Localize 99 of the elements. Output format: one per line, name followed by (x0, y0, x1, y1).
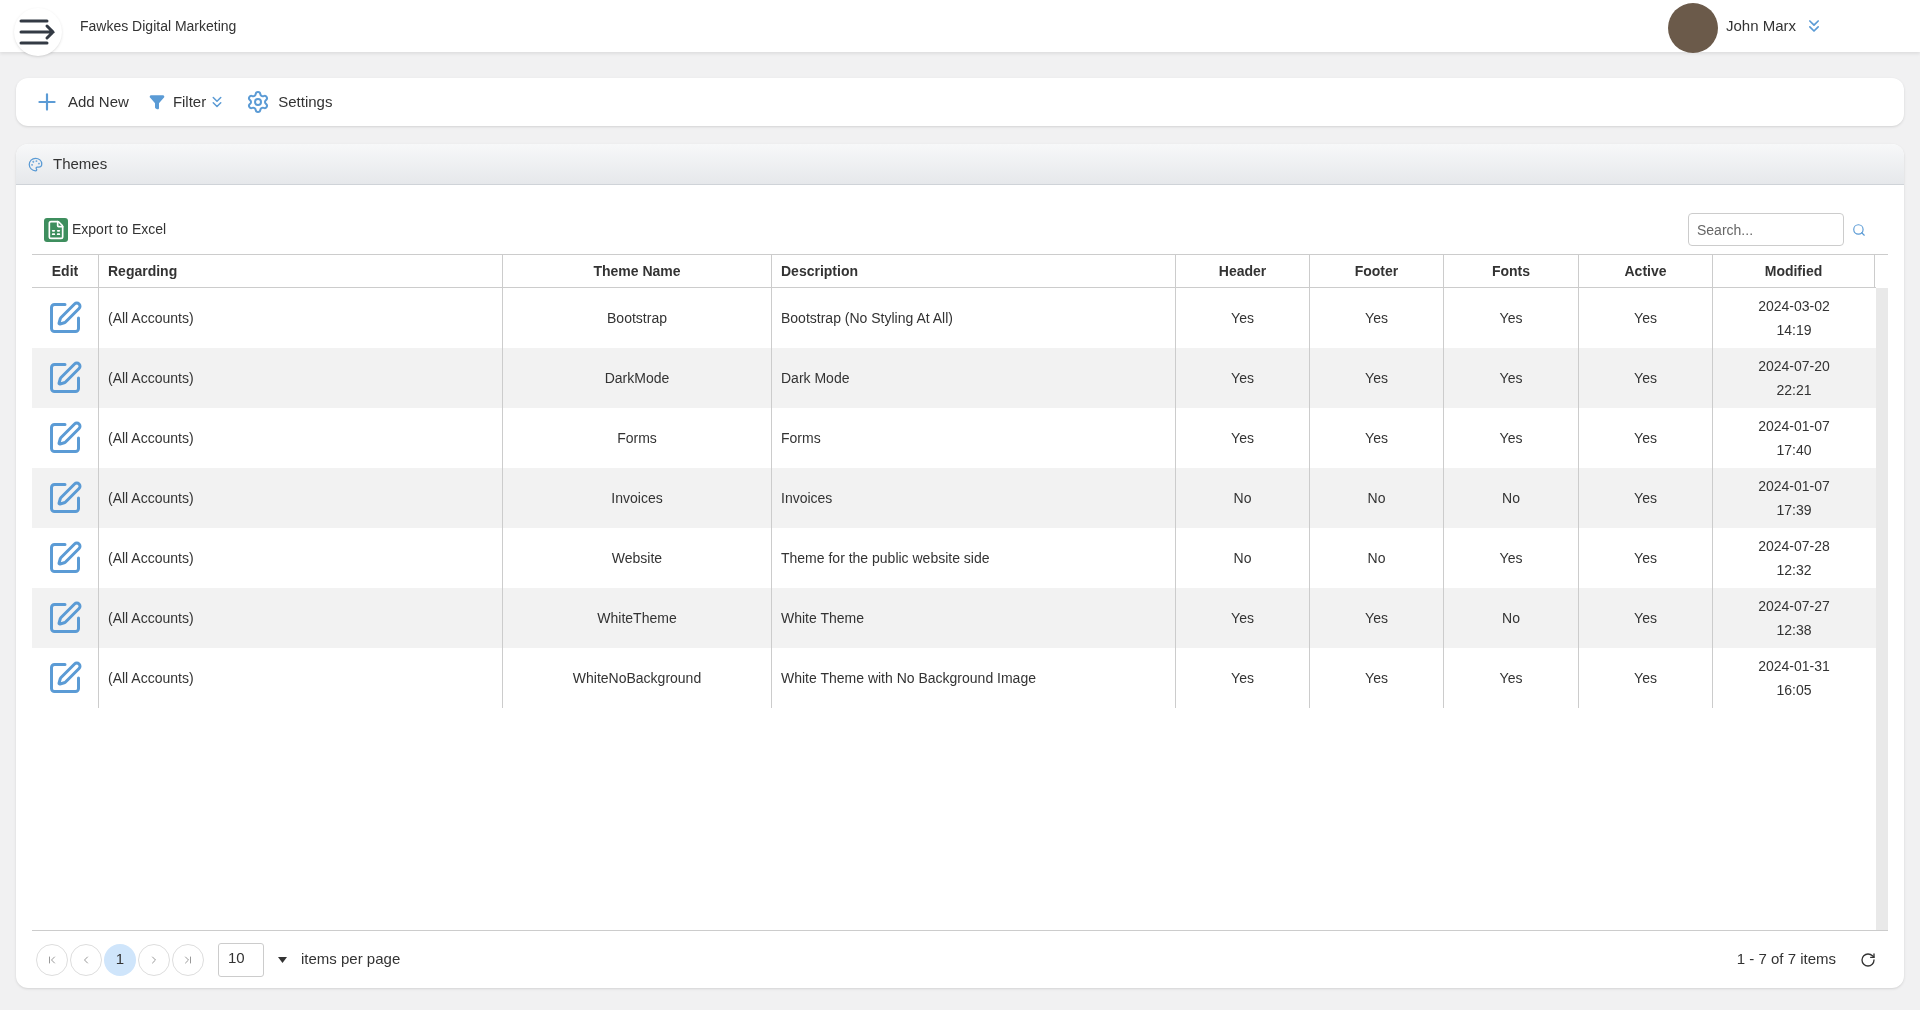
search-field[interactable]: Search... (1688, 213, 1844, 246)
table-cell-text: Yes (1365, 308, 1388, 328)
table-cell-text: White Theme with No Background Image (781, 668, 1036, 688)
first-page-icon (46, 953, 58, 966)
table-cell-text: No (1502, 488, 1520, 508)
table-row[interactable]: (All Accounts) DarkMode Dark Mode Yes Yes Yes Yes 2024-07-20 22:21 (32, 348, 1876, 408)
last-page-icon (182, 953, 194, 966)
table-cell-text: Yes (1634, 488, 1657, 508)
table-cell-text: Yes (1365, 428, 1388, 448)
table-cell-text: (All Accounts) (108, 428, 194, 448)
avatar-placeholder (1667, 3, 1718, 53)
table-cell-text: Yes (1499, 668, 1523, 688)
edit-icon[interactable] (47, 480, 83, 516)
table-cell-text: DarkMode (604, 368, 670, 388)
table-cell-text: Yes (1231, 428, 1254, 448)
page-size-dropdown[interactable]: 10 (218, 942, 264, 977)
table-cell-text: Yes (1231, 608, 1254, 628)
table-cell-text: Dark Mode (781, 368, 850, 388)
table-cell-text: 2024-07-20 22:21 (1758, 357, 1830, 400)
table-cell-text: Website (611, 548, 663, 568)
table-row[interactable]: (All Accounts) WhiteTheme White Theme Yes Yes No Yes 2024-07-27 12:38 (32, 588, 1876, 648)
table-cell-text: Yes (1634, 308, 1657, 328)
table-cell-text: Yes (1499, 428, 1523, 448)
toolbar-button[interactable]: Settings (246, 90, 333, 114)
table-cell-text: Yes (1231, 308, 1254, 328)
table-cell-text: Bootstrap (607, 308, 667, 328)
column-header[interactable]: Modified (1713, 255, 1875, 287)
toolbar-button[interactable]: Add New (34, 89, 129, 115)
table-cell-text: No (1233, 488, 1252, 508)
table-cell-text: Invoices (781, 488, 833, 508)
table-cell-text: (All Accounts) (108, 488, 194, 508)
table-row[interactable]: (All Accounts) Invoices Invoices No No No Yes 2024-01-07 17:39 (32, 468, 1876, 528)
table-cell-text: Yes (1231, 668, 1254, 688)
table-cell-text: Yes (1365, 608, 1388, 628)
edit-icon[interactable] (47, 600, 83, 636)
table-cell-text: WhiteNoBackground (572, 668, 702, 688)
table-cell-text: 2024-01-07 17:39 (1758, 477, 1830, 520)
table-cell-text: 2024-03-02 14:19 (1758, 297, 1830, 340)
table-cell-text: Yes (1365, 368, 1388, 388)
column-header[interactable]: Edit (32, 255, 99, 287)
table-cell-text: Yes (1634, 368, 1657, 388)
table-cell-text: (All Accounts) (108, 548, 194, 568)
column-header[interactable]: Fonts (1444, 255, 1579, 287)
user-name[interactable]: John Marx (1725, 14, 1796, 38)
edit-icon[interactable] (47, 300, 83, 336)
table-cell-text: Bootstrap (No Styling At All) (781, 308, 953, 328)
column-header[interactable]: Theme Name (503, 255, 772, 287)
table-cell-text: Yes (1499, 548, 1523, 568)
table-cell-text: Forms (617, 428, 657, 448)
column-header[interactable]: Header (1176, 255, 1310, 287)
refresh-icon[interactable] (1860, 951, 1876, 968)
table-cell-text: (All Accounts) (108, 308, 194, 328)
table-cell-text: Yes (1634, 668, 1657, 688)
panel-title: Themes (53, 153, 108, 174)
table-cell-text: Invoices (611, 488, 663, 508)
table-cell-text: Yes (1365, 668, 1388, 688)
table-cell-text: Theme for the public website side (781, 548, 990, 568)
edit-icon[interactable] (47, 360, 83, 396)
table-cell-text: 2024-07-27 12:38 (1758, 597, 1830, 640)
edit-icon[interactable] (47, 660, 83, 696)
table-cell-text: (All Accounts) (108, 368, 194, 388)
table-cell-text: Forms (781, 428, 821, 448)
settings-icon (246, 90, 271, 114)
table-cell-text: Yes (1499, 368, 1523, 388)
items-per-page-label: items per page (301, 949, 401, 970)
table-cell-text: 2024-01-07 17:40 (1758, 417, 1830, 460)
column-header[interactable]: Regarding (99, 255, 503, 287)
table-cell-text: No (1233, 548, 1252, 568)
page-button[interactable]: 1 (104, 943, 136, 976)
table-cell-text: 2024-07-28 12:32 (1758, 537, 1830, 580)
table-cell-text: No (1502, 608, 1520, 628)
menu-button[interactable] (14, 8, 62, 56)
table-cell-text: White Theme (781, 608, 864, 628)
table-cell-text: (All Accounts) (108, 608, 194, 628)
menu-arrow-icon (19, 18, 57, 46)
table-cell-text: No (1367, 548, 1386, 568)
table-cell-text: Yes (1231, 368, 1254, 388)
table-cell-text: WhiteTheme (597, 608, 677, 628)
table-cell-text: 2024-01-31 16:05 (1758, 657, 1830, 700)
palette-icon (28, 156, 43, 172)
table-cell-text: Yes (1634, 548, 1657, 568)
export-excel-button[interactable]: Export to Excel (44, 217, 167, 242)
table-cell-text: Yes (1634, 608, 1657, 628)
edit-icon[interactable] (47, 420, 83, 456)
table-cell-text: (All Accounts) (108, 668, 194, 688)
dropdown-caret-icon[interactable] (278, 956, 287, 963)
toolbar-button[interactable]: Filter (148, 90, 227, 114)
table-cell-text: Yes (1499, 308, 1523, 328)
edit-icon[interactable] (47, 540, 83, 576)
pager-summary: 1 - 7 of 7 items (1736, 949, 1836, 970)
company-name: Fawkes Digital Marketing (80, 16, 237, 36)
search-icon[interactable] (1852, 222, 1866, 237)
column-header[interactable]: Footer (1310, 255, 1444, 287)
table-cell-text: No (1367, 488, 1386, 508)
table-cell-text: Yes (1634, 428, 1657, 448)
filter-icon (148, 94, 165, 110)
column-header[interactable]: Description (772, 255, 1176, 287)
spreadsheet-icon (44, 217, 68, 242)
column-header[interactable]: Active (1579, 255, 1713, 287)
